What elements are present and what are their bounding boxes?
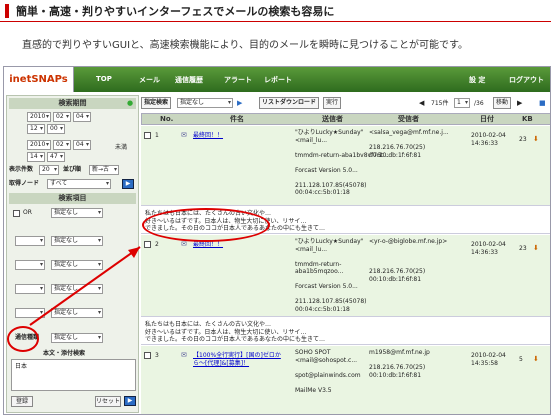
- annotation-arrowhead: [128, 247, 140, 258]
- match-highlight-ellipse: [142, 208, 270, 242]
- annotation-arrow-line: [29, 246, 141, 326]
- annotation-overlay: [29, 246, 141, 326]
- keyword-highlight-circle: [7, 326, 39, 352]
- page: { "header":{"title":"簡単・高速・判りやすいインターフェスで…: [0, 0, 551, 415]
